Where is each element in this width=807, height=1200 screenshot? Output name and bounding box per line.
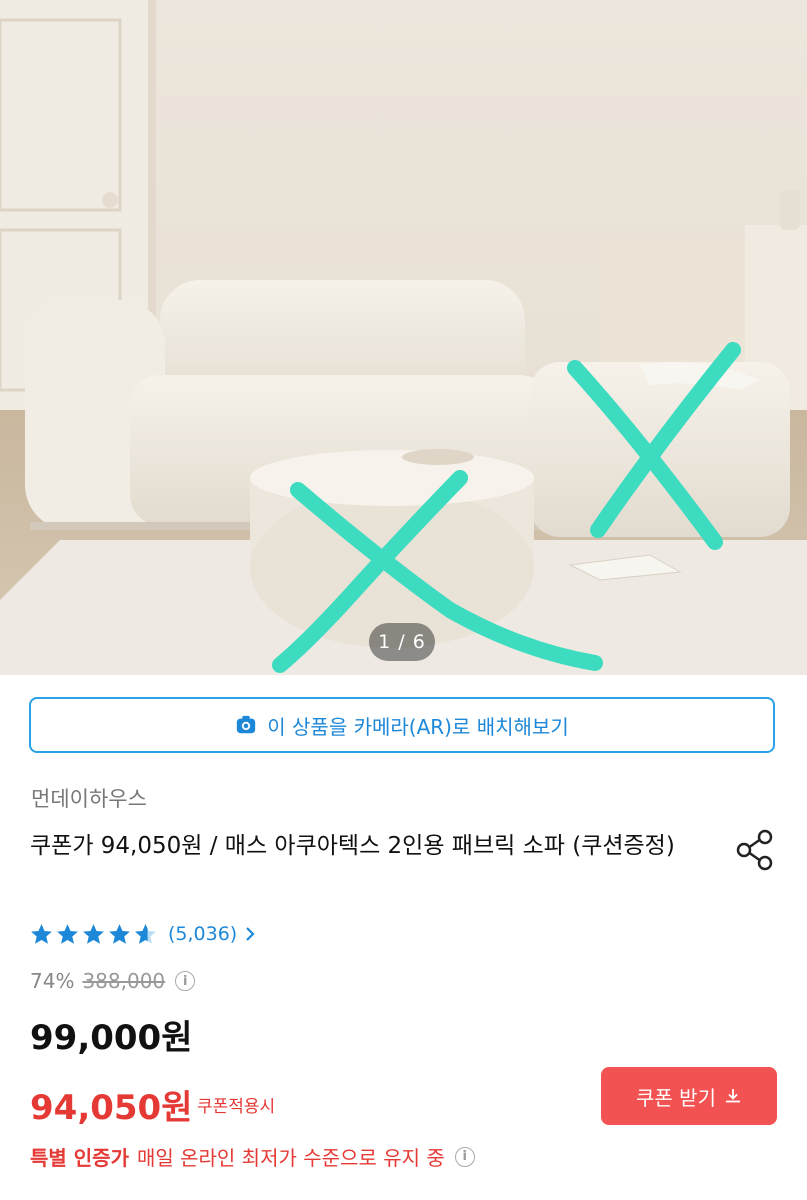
review-count[interactable]: (5,036) [168,923,237,945]
star-full-icon [83,923,104,944]
chevron-right-icon[interactable] [243,924,257,944]
brand-name[interactable]: 먼데이하우스 [31,783,147,813]
sale-price: 99,000원 [30,1018,193,1058]
original-price: 388,000 [82,969,166,993]
info-icon[interactable]: i [175,971,196,991]
info-icon[interactable]: i [454,1146,475,1167]
product-image[interactable]: 1 / 6 [0,0,807,675]
star-full-icon [57,923,78,944]
get-coupon-label: 쿠폰 받기 [636,1085,716,1110]
lowest-price-guarantee: 특별 인증가 매일 온라인 최저가 수준으로 유지 중 i [30,1142,475,1171]
get-coupon-button[interactable]: 쿠폰 받기 [601,1067,777,1125]
ar-view-button[interactable]: 이 상품을 카메라(AR)로 배치해보기 [29,697,775,753]
lowest-price-strong: 특별 인증가 [30,1146,129,1170]
discount-rate: 74% [30,969,75,993]
coupon-price: 94,050원 [30,1088,193,1128]
star-rating [29,922,158,947]
star-full-icon [109,923,130,944]
rating-summary[interactable]: (5,036) [29,918,257,950]
lowest-price-text: 매일 온라인 최저가 수준으로 유지 중 [136,1146,445,1170]
coupon-note: 쿠폰적용시 [197,1097,276,1117]
product-title: 쿠폰가 94,050원 / 매스 아쿠아텍스 2인용 패브릭 소파 (쿠션증정) [30,833,675,859]
star-half-icon [135,923,156,944]
discount-row: 74% 388,000 i [30,969,196,993]
product-photo [0,0,807,675]
camera-icon [237,715,256,734]
image-counter: 1 / 6 [369,623,435,661]
share-icon[interactable] [732,826,780,874]
download-icon [725,1089,740,1103]
star-full-icon [31,923,52,944]
ar-view-label: 이 상품을 카메라(AR)로 배치해보기 [267,714,569,739]
